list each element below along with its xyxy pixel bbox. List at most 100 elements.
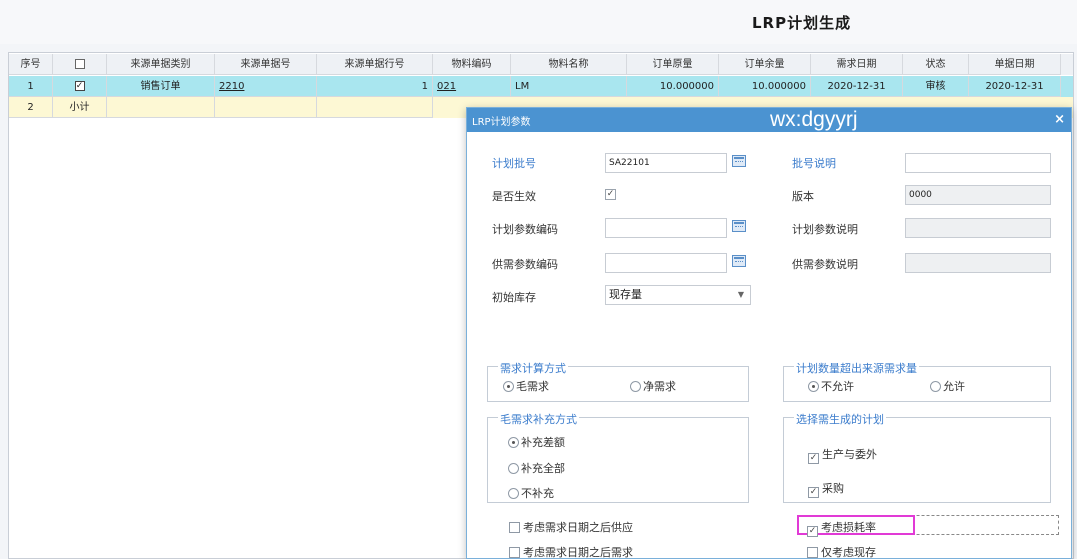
- checkbox-icon: ✓: [808, 487, 819, 498]
- plan-param-code-label: 计划参数编码: [492, 223, 558, 236]
- row-need-date: 2020-12-31: [811, 76, 903, 97]
- row-material-code[interactable]: 021: [433, 76, 511, 97]
- material-code-link[interactable]: 021: [437, 81, 456, 92]
- batch-desc-input[interactable]: [905, 153, 1051, 173]
- subtotal-cell: [215, 97, 317, 118]
- row-source-no[interactable]: 2210: [215, 76, 317, 97]
- row-line-no: 1: [317, 76, 433, 97]
- generate-plan-legend: 选择需生成的计划: [794, 411, 886, 427]
- radio-not-allow[interactable]: 不允许: [808, 378, 854, 394]
- check-consider-after-date-demand[interactable]: 考虑需求日期之后需求: [509, 544, 633, 559]
- col-header-remain-qty[interactable]: 订单余量: [719, 54, 811, 75]
- chevron-down-icon: ▼: [737, 290, 744, 299]
- checkbox-icon: ✓: [808, 453, 819, 464]
- gross-supplement-group: 毛需求补充方式 补充差额 补充全部 不补充: [487, 411, 749, 503]
- checkbox-icon: ✓: [807, 526, 818, 537]
- supply-param-code-input[interactable]: [605, 253, 727, 273]
- select-all-checkbox[interactable]: [74, 59, 85, 69]
- dialog-header[interactable]: LRP计划参数 wx:dgyyrj ×: [467, 108, 1071, 132]
- check-consider-loss-rate[interactable]: ✓ 考虑损耗率: [807, 519, 876, 537]
- initial-stock-value: 现存量: [609, 288, 642, 301]
- subtotal-seq: 2: [9, 97, 53, 118]
- radio-net-demand[interactable]: 净需求: [630, 378, 676, 394]
- checkbox-icon: [509, 547, 520, 558]
- radio-gross-demand[interactable]: 毛需求: [503, 378, 549, 394]
- col-header-source-no[interactable]: 来源单据号: [215, 54, 317, 75]
- supply-param-desc-input: [905, 253, 1051, 273]
- batch-desc-label: 批号说明: [792, 157, 836, 170]
- check-consider-after-date-demand-label: 考虑需求日期之后需求: [523, 546, 633, 559]
- col-header-doc-date[interactable]: 单据日期: [969, 54, 1061, 75]
- row-checkbox[interactable]: ✓: [74, 81, 85, 91]
- gross-supplement-legend: 毛需求补充方式: [498, 411, 579, 427]
- radio-allow[interactable]: 允许: [930, 378, 965, 394]
- row-order-qty: 10.000000: [627, 76, 719, 97]
- table-row[interactable]: 1 ✓ 销售订单 2210 1 021 LM 10.000000 10.0000…: [9, 76, 1073, 97]
- plan-batch-input[interactable]: SA22101: [605, 153, 727, 173]
- col-header-material-code[interactable]: 物料编码: [433, 54, 511, 75]
- radio-icon: [508, 437, 519, 448]
- demand-calc-legend: 需求计算方式: [498, 360, 568, 376]
- version-label: 版本: [792, 190, 814, 203]
- radio-supplement-diff[interactable]: 补充差额: [508, 434, 565, 450]
- radio-not-allow-label: 不允许: [821, 380, 854, 393]
- check-purchase[interactable]: ✓ 采购: [808, 480, 844, 498]
- row-seq: 1: [9, 76, 53, 97]
- subtotal-cell: [107, 97, 215, 118]
- initial-stock-label: 初始库存: [492, 291, 536, 304]
- radio-supplement-all[interactable]: 补充全部: [508, 460, 565, 476]
- version-input: 0000: [905, 185, 1051, 205]
- plan-param-code-input[interactable]: [605, 218, 727, 238]
- col-header-source-type[interactable]: 来源单据类别: [107, 54, 215, 75]
- col-header-seq[interactable]: 序号: [9, 54, 53, 75]
- row-remain-qty: 10.000000: [719, 76, 811, 97]
- initial-stock-select[interactable]: 现存量 ▼: [605, 285, 751, 305]
- check-only-stock[interactable]: 仅考虑现存: [807, 544, 876, 559]
- title-bar: LRP计划生成: [0, 0, 1077, 44]
- radio-icon: [808, 381, 819, 392]
- col-header-order-qty[interactable]: 订单原量: [627, 54, 719, 75]
- page-title: LRP计划生成: [752, 14, 852, 32]
- plan-param-desc-input: [905, 218, 1051, 238]
- radio-gross-demand-label: 毛需求: [516, 380, 549, 393]
- radio-icon: [508, 488, 519, 499]
- radio-net-demand-label: 净需求: [643, 380, 676, 393]
- check-consider-after-date-supply[interactable]: 考虑需求日期之后供应: [509, 519, 633, 535]
- plan-exceed-group: 计划数量超出来源需求量 不允许 允许: [783, 360, 1051, 402]
- check-consider-after-date-supply-label: 考虑需求日期之后供应: [523, 521, 633, 534]
- effective-label: 是否生效: [492, 190, 536, 203]
- subtotal-label: 小计: [53, 97, 107, 118]
- col-header-select-all[interactable]: [53, 54, 107, 75]
- radio-allow-label: 允许: [943, 380, 965, 393]
- demand-calc-group: 需求计算方式 毛需求 净需求: [487, 360, 749, 402]
- supply-param-lookup-icon[interactable]: [732, 255, 746, 267]
- col-header-material-name[interactable]: 物料名称: [511, 54, 627, 75]
- col-header-line-no[interactable]: 来源单据行号: [317, 54, 433, 75]
- check-purchase-label: 采购: [822, 482, 844, 495]
- radio-icon: [503, 381, 514, 392]
- check-consider-loss-rate-label: 考虑损耗率: [821, 521, 876, 534]
- effective-checkbox[interactable]: ✓: [605, 189, 616, 200]
- checkbox-icon: [807, 547, 818, 558]
- plan-batch-label: 计划批号: [492, 157, 536, 170]
- watermark-text: wx:dgyyrj: [770, 108, 858, 131]
- plan-batch-calendar-icon[interactable]: [732, 155, 746, 167]
- check-production-outsourcing[interactable]: ✓ 生产与委外: [808, 446, 877, 464]
- radio-no-supplement[interactable]: 不补充: [508, 485, 554, 501]
- row-select[interactable]: ✓: [53, 76, 107, 97]
- radio-supplement-diff-label: 补充差额: [521, 436, 565, 449]
- lrp-parameters-dialog: LRP计划参数 wx:dgyyrj × 计划批号 SA22101 批号说明 是否…: [466, 107, 1072, 559]
- radio-no-supplement-label: 不补充: [521, 487, 554, 500]
- grid-header-row: 序号 来源单据类别 来源单据号 来源单据行号 物料编码 物料名称 订单原量 订单…: [9, 54, 1073, 75]
- col-header-status[interactable]: 状态: [903, 54, 969, 75]
- row-source-type: 销售订单: [107, 76, 215, 97]
- check-only-stock-label: 仅考虑现存: [821, 546, 876, 559]
- col-header-need-date[interactable]: 需求日期: [811, 54, 903, 75]
- dialog-title: LRP计划参数: [472, 117, 531, 128]
- radio-supplement-all-label: 补充全部: [521, 462, 565, 475]
- plan-param-lookup-icon[interactable]: [732, 220, 746, 232]
- checkbox-icon: [509, 522, 520, 533]
- plan-exceed-legend: 计划数量超出来源需求量: [794, 360, 919, 376]
- source-no-link[interactable]: 2210: [219, 81, 244, 92]
- close-button[interactable]: ×: [1054, 112, 1065, 127]
